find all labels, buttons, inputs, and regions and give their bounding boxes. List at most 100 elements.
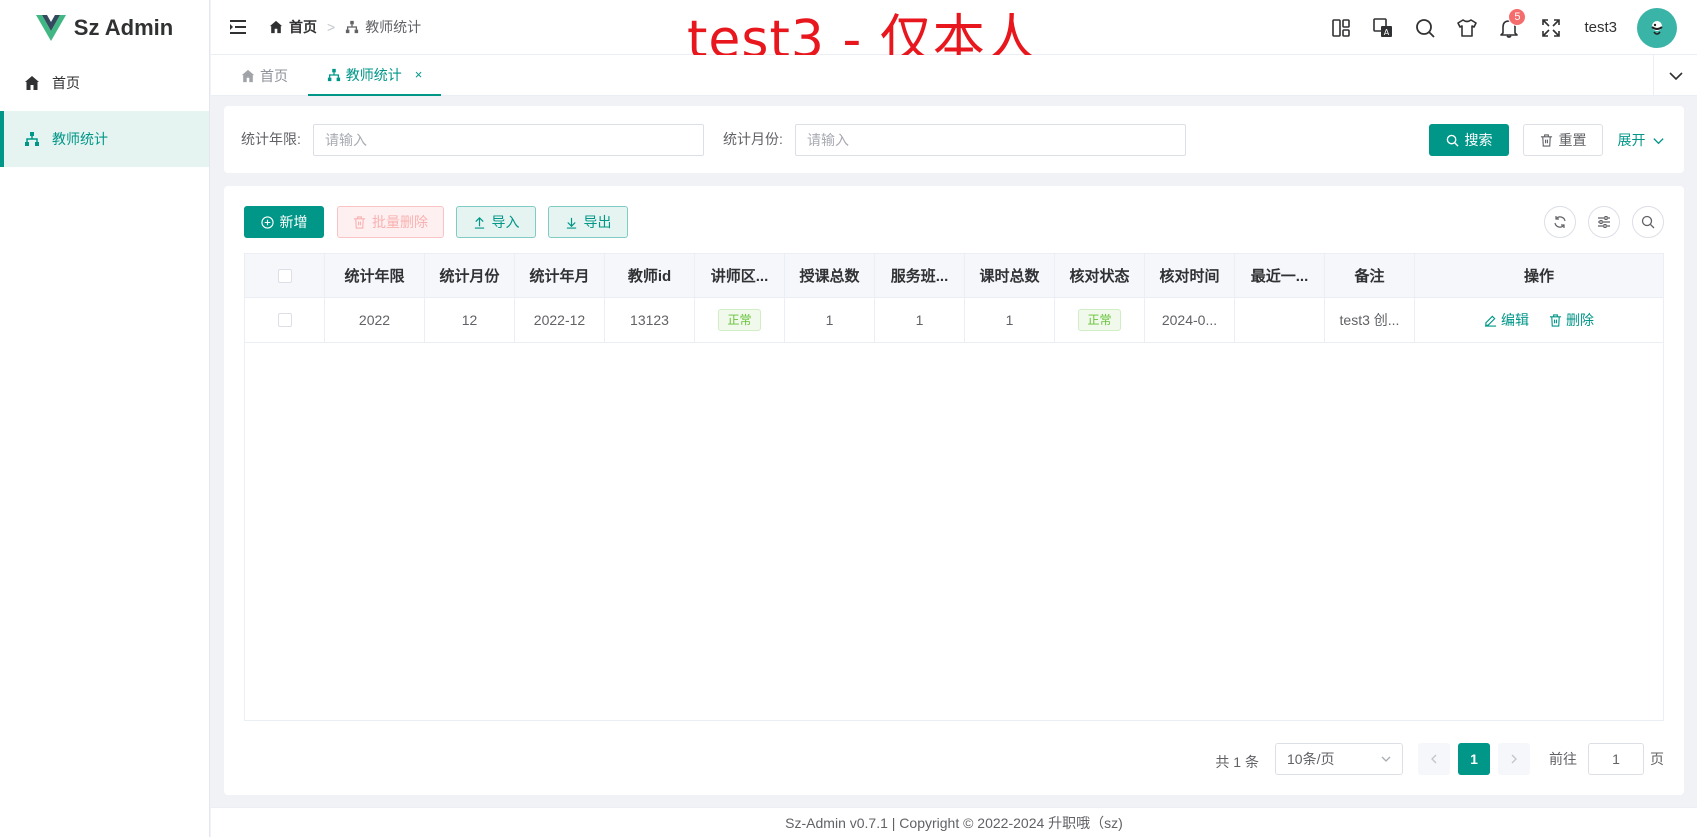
header-actions: A 5 test3 <box>1320 0 1697 55</box>
org-chart-icon <box>25 132 39 146</box>
chevron-left-icon <box>1431 754 1437 764</box>
sidebar-item-teacher-stats[interactable]: 教师统计 <box>0 111 209 167</box>
column-header[interactable]: 课时总数 <box>965 254 1055 297</box>
expand-button-label: 展开 <box>1617 132 1646 148</box>
column-header[interactable]: 授课总数 <box>785 254 875 297</box>
cell-teacher-id: 13123 <box>605 298 695 342</box>
field-label-year: 统计年限: <box>241 131 301 147</box>
menu-collapse-icon[interactable] <box>227 16 249 38</box>
column-header[interactable]: 讲师区... <box>695 254 785 297</box>
logo[interactable]: Sz Admin <box>0 0 209 55</box>
column-header[interactable]: 核对状态 <box>1055 254 1145 297</box>
cell-actions: 编辑 删除 <box>1415 298 1663 342</box>
column-header[interactable]: 统计月份 <box>425 254 515 297</box>
top-header: 首页 > 教师统计 test3 - 仅本人 A 5 test3 <box>211 0 1697 66</box>
layout-button[interactable] <box>1320 0 1362 55</box>
cell-remark: test3 创... <box>1325 298 1415 342</box>
month-input[interactable]: 请输入 <box>795 124 1186 156</box>
layout-icon <box>1332 18 1351 37</box>
export-button[interactable]: 导出 <box>548 206 628 238</box>
fullscreen-icon <box>1542 18 1561 37</box>
breadcrumb: 首页 > 教师统计 <box>269 17 421 37</box>
import-button-label: 导入 <box>491 214 520 230</box>
column-header[interactable]: 统计年月 <box>515 254 605 297</box>
fullscreen-button[interactable] <box>1530 0 1572 55</box>
language-button[interactable]: A <box>1362 0 1404 55</box>
download-icon <box>566 217 576 229</box>
sidebar-item-label: 首页 <box>52 75 80 91</box>
column-header[interactable]: 统计年限 <box>325 254 425 297</box>
page-number-button[interactable]: 1 <box>1458 743 1490 775</box>
goto-page-input[interactable]: 1 <box>1588 743 1644 775</box>
footer: Sz-Admin v0.7.1 | Copyright © 2022-2024 … <box>211 807 1697 837</box>
home-icon <box>25 76 39 90</box>
org-chart-icon <box>327 68 340 81</box>
next-page-button[interactable] <box>1498 743 1530 775</box>
breadcrumb-current: 教师统计 <box>365 19 422 35</box>
year-input[interactable]: 请输入 <box>313 124 704 156</box>
search-icon <box>1416 18 1436 38</box>
reset-button[interactable]: 重置 <box>1523 124 1603 156</box>
sliders-icon <box>1598 216 1610 228</box>
toggle-search-button[interactable] <box>1632 206 1664 238</box>
expand-button[interactable]: 展开 <box>1613 124 1669 156</box>
edit-button[interactable]: 编辑 <box>1484 310 1529 330</box>
breadcrumb-home[interactable]: 首页 <box>289 17 317 37</box>
column-header[interactable]: 最近一... <box>1235 254 1325 297</box>
cell-course-total: 1 <box>785 298 875 342</box>
refresh-button[interactable] <box>1544 206 1576 238</box>
delete-label: 删除 <box>1566 312 1594 328</box>
goto-label: 前往 <box>1549 751 1577 767</box>
page-size-select[interactable]: 10条/页 <box>1275 743 1403 775</box>
notification-button[interactable]: 5 <box>1488 0 1530 55</box>
delete-button[interactable]: 删除 <box>1549 310 1594 330</box>
sidebar-item-home[interactable]: 首页 <box>0 55 209 111</box>
app-root: Sz Admin 首页 教师统计 首页 > 教师统计 test3 - 仅本人 A… <box>0 0 1697 837</box>
sidebar: Sz Admin 首页 教师统计 <box>0 0 210 837</box>
table-header: 统计年限 统计月份 统计年月 教师id 讲师区... 授课总数 服务班... 课… <box>245 254 1663 298</box>
tab-bar: 首页 教师统计 × <box>211 55 1697 96</box>
column-header[interactable]: 核对时间 <box>1145 254 1235 297</box>
batch-delete-button[interactable]: 批量删除 <box>337 206 444 238</box>
data-table: 统计年限 统计月份 统计年月 教师id 讲师区... 授课总数 服务班... 课… <box>244 253 1664 721</box>
search-button[interactable] <box>1404 0 1446 55</box>
tab-home[interactable]: 首页 <box>241 55 288 96</box>
search-icon <box>1446 134 1459 147</box>
tab-teacher-stats[interactable]: 教师统计 × <box>308 55 441 96</box>
column-settings-button[interactable] <box>1588 206 1620 238</box>
pagination-total: 共 1 条 <box>1215 754 1259 770</box>
chevron-down-icon <box>1668 71 1683 80</box>
trash-icon <box>353 215 366 229</box>
avatar[interactable] <box>1637 7 1677 48</box>
cell-recent <box>1235 298 1325 342</box>
field-label-month: 统计月份: <box>723 131 783 147</box>
import-button[interactable]: 导入 <box>456 206 536 238</box>
svg-text:A: A <box>1384 28 1390 37</box>
upload-icon <box>474 216 484 229</box>
column-header[interactable]: 服务班... <box>875 254 965 297</box>
column-header[interactable]: 操作 <box>1415 254 1663 297</box>
row-select-cell <box>245 298 325 342</box>
tabs-dropdown-button[interactable] <box>1653 55 1697 96</box>
prev-page-button[interactable] <box>1418 743 1450 775</box>
select-all-checkbox[interactable] <box>277 268 292 283</box>
trash-icon <box>1549 313 1562 327</box>
search-button[interactable]: 搜索 <box>1429 124 1509 156</box>
translate-icon: A <box>1373 17 1393 37</box>
search-form: 统计年限: 请输入 统计月份: 请输入 搜索 重置 展开 <box>224 106 1684 173</box>
table-card: 新增 批量删除 导入 导出 统计年限 统计月份 统计年月 教师id 讲师区...… <box>224 186 1684 795</box>
theme-button[interactable] <box>1446 0 1488 55</box>
edit-icon <box>1484 315 1497 327</box>
row-checkbox[interactable] <box>277 313 292 327</box>
cell-hours-total: 1 <box>965 298 1055 342</box>
tshirt-icon <box>1457 18 1478 37</box>
column-header[interactable]: 备注 <box>1325 254 1415 297</box>
username[interactable]: test3 <box>1584 19 1617 36</box>
column-header[interactable]: 教师id <box>605 254 695 297</box>
batch-delete-label: 批量删除 <box>372 214 428 230</box>
tab-close-icon[interactable]: × <box>415 67 423 82</box>
cell-service-class: 1 <box>875 298 965 342</box>
add-button[interactable]: 新增 <box>244 206 324 238</box>
chevron-right-icon <box>1511 754 1517 764</box>
export-button-label: 导出 <box>583 214 612 230</box>
